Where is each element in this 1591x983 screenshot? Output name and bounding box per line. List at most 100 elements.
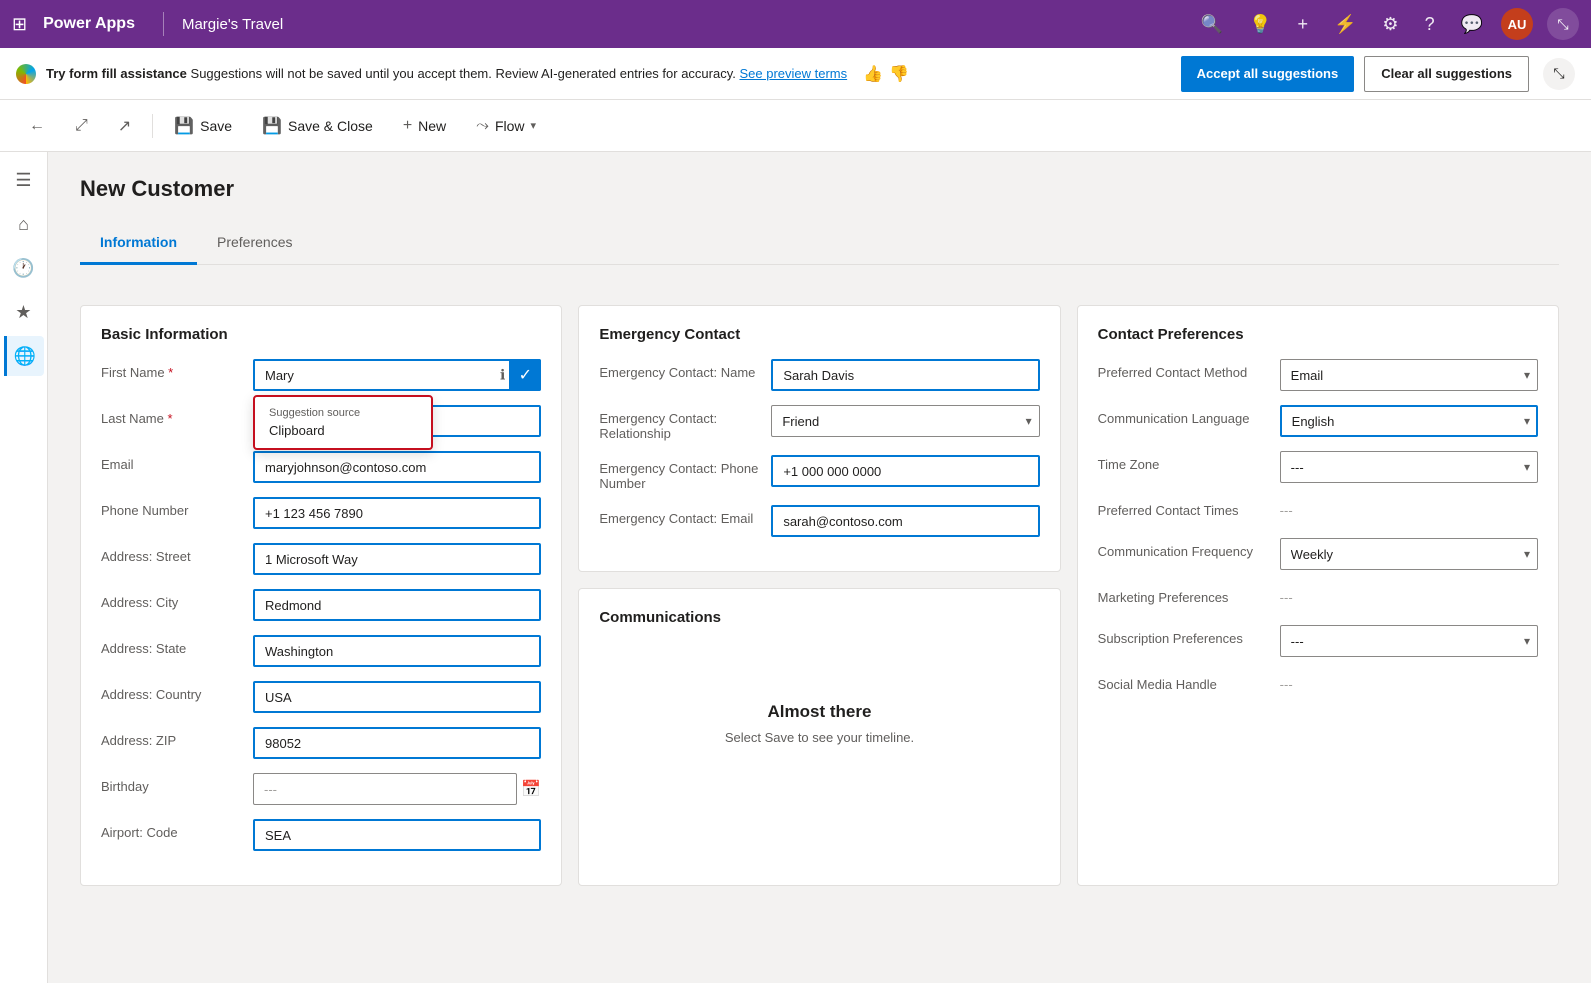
calendar-icon[interactable]: 📅 [521,779,541,799]
country-input[interactable] [253,681,541,713]
filter-icon[interactable]: ⚡ [1334,14,1356,35]
settings-icon[interactable]: ⚙ [1382,14,1398,35]
ec-rel-wrap: Friend Family Colleague ▾ [771,405,1039,437]
street-label: Address: Street [101,543,241,564]
ec-phone-input[interactable] [771,455,1039,487]
communications-section: Communications Almost there Select Save … [578,588,1060,886]
clear-all-button[interactable]: Clear all suggestions [1364,56,1529,92]
sidebar: ☰ ⌂ 🕐 ★ 🌐 [0,152,48,983]
lightbulb-icon[interactable]: 💡 [1249,14,1271,35]
restore-button[interactable]: ⤢ [62,110,101,142]
field-row-pcm: Preferred Contact Method Email Phone Mai… [1098,359,1538,391]
state-label: Address: State [101,635,241,656]
sidebar-item-current[interactable]: 🌐 [4,336,44,376]
sidebar-item-menu[interactable]: ☰ [4,160,44,200]
accept-all-button[interactable]: Accept all suggestions [1181,56,1355,92]
sidebar-item-home[interactable]: ⌂ [4,204,44,244]
thumbs-down-icon[interactable]: 👎 [889,64,909,84]
cmd-divider-1 [152,114,153,138]
sections-grid: Basic Information First Name ℹ ✓ Suggest… [80,305,1559,886]
help-icon[interactable]: ? [1425,14,1435,35]
command-bar: ← ⤢ ↗ 💾 Save 💾 Save & Close + New ⤳ Flow… [0,100,1591,152]
new-button[interactable]: + New [390,110,459,142]
email-label: Email [101,451,241,472]
zip-input[interactable] [253,727,541,759]
tz-select[interactable]: --- [1280,451,1538,483]
ec-phone-wrap [771,455,1039,487]
field-row-ec-rel: Emergency Contact: Relationship Friend F… [599,405,1039,441]
phone-input[interactable] [253,497,541,529]
tabs-container: Information Preferences [80,222,1559,265]
pcm-select[interactable]: Email Phone Mail [1280,359,1538,391]
ai-badge: Try form fill assistance [46,66,187,81]
mp-label: Marketing Preferences [1098,584,1268,605]
tz-label: Time Zone [1098,451,1268,472]
email-wrap [253,451,541,483]
first-name-input-group: ℹ ✓ [253,359,541,391]
street-input[interactable] [253,543,541,575]
ec-email-input[interactable] [771,505,1039,537]
cf-wrap: Weekly Daily Monthly ▾ [1280,538,1538,570]
plus-icon[interactable]: + [1297,14,1308,35]
country-label: Address: Country [101,681,241,702]
field-row-tz: Time Zone --- ▾ [1098,451,1538,483]
preview-terms-link[interactable]: See preview terms [739,66,847,81]
page-header: New Customer Information Preferences [80,176,1559,265]
save-close-label: Save & Close [288,118,373,134]
city-input[interactable] [253,589,541,621]
flow-chevron-icon: ▾ [531,119,537,132]
ec-name-wrap [771,359,1039,391]
field-row-birthday: Birthday 📅 [101,773,541,805]
cf-select[interactable]: Weekly Daily Monthly [1280,538,1538,570]
tz-wrap: --- ▾ [1280,451,1538,483]
email-input[interactable] [253,451,541,483]
ec-name-input[interactable] [771,359,1039,391]
sidebar-item-favorites[interactable]: ★ [4,292,44,332]
first-name-input[interactable] [253,359,541,391]
tab-preferences[interactable]: Preferences [197,222,312,265]
feedback-icon[interactable]: 💬 [1461,14,1483,35]
sp-select[interactable]: --- [1280,625,1538,657]
field-row-phone: Phone Number [101,497,541,529]
sidebar-item-recent[interactable]: 🕐 [4,248,44,288]
side-expand-icon[interactable]: ⤡ [1543,58,1575,90]
apps-grid-icon[interactable]: ⊞ [12,14,27,35]
search-icon[interactable]: 🔍 [1201,14,1223,35]
back-button[interactable]: ← [16,110,58,142]
new-icon: + [403,117,412,135]
street-wrap [253,543,541,575]
field-row-zip: Address: ZIP [101,727,541,759]
save-button[interactable]: 💾 Save [161,109,245,143]
ec-rel-select[interactable]: Friend Family Colleague [771,405,1039,437]
first-name-wrap: ℹ ✓ Suggestion source Clipboard [253,359,541,391]
accept-firstname-button[interactable]: ✓ [509,359,541,391]
birthday-input[interactable] [253,773,517,805]
first-name-label: First Name [101,359,241,380]
page-title: New Customer [80,176,1559,202]
field-row-email: Email [101,451,541,483]
new-tab-button[interactable]: ↗ [105,109,144,143]
state-input[interactable] [253,635,541,667]
cl-wrap: English Spanish French ▾ [1280,405,1538,437]
save-close-button[interactable]: 💾 Save & Close [249,109,386,143]
field-row-city: Address: City [101,589,541,621]
basic-information-section: Basic Information First Name ℹ ✓ Suggest… [80,305,562,886]
new-tab-icon: ↗ [118,116,131,136]
birthday-wrap: 📅 [253,773,541,805]
field-row-mp: Marketing Preferences --- [1098,584,1538,611]
almost-there-container: Almost there Select Save to see your tim… [599,642,1039,805]
last-name-label: Last Name [101,405,241,426]
expand-icon[interactable]: ⤡ [1547,8,1579,40]
avatar[interactable]: AU [1501,8,1533,40]
suggestion-tooltip: Suggestion source Clipboard [253,395,433,450]
main-layout: ☰ ⌂ 🕐 ★ 🌐 New Customer Information Prefe… [0,152,1591,983]
info-icon[interactable]: ℹ [500,367,505,384]
thumbs-up-icon[interactable]: 👍 [863,64,883,84]
tab-information[interactable]: Information [80,222,197,265]
flow-button[interactable]: ⤳ Flow ▾ [463,110,549,142]
flow-label: Flow [495,118,525,134]
zip-wrap [253,727,541,759]
cl-select[interactable]: English Spanish French [1280,405,1538,437]
airport-input[interactable] [253,819,541,851]
cf-label: Communication Frequency [1098,538,1268,559]
